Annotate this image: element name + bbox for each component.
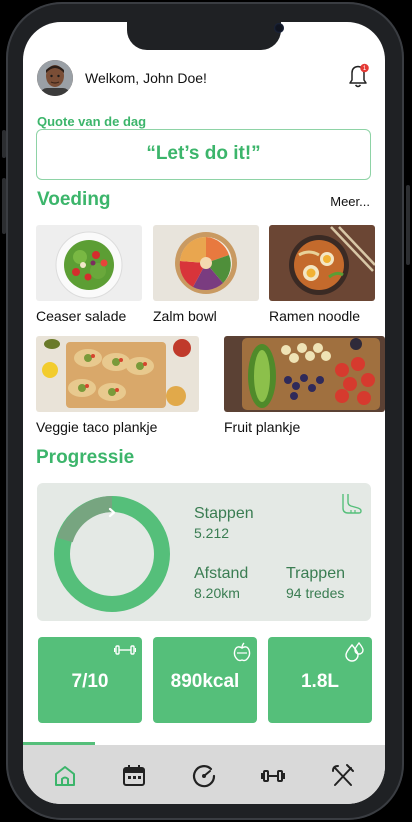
food-label: Ramen noodle <box>269 308 361 324</box>
progress-dial-icon[interactable] <box>191 763 217 789</box>
dumbbell-icon[interactable] <box>260 763 286 789</box>
food-label: Ceaser salade <box>36 308 127 324</box>
food-label: Veggie taco plankje <box>36 419 158 435</box>
food-label: Fruit plankje <box>224 419 301 435</box>
front-camera <box>274 23 284 33</box>
section-title-voeding: Voeding <box>37 189 111 210</box>
phone-side-button <box>2 178 6 234</box>
workout-tile[interactable]: 7/10 <box>38 637 142 723</box>
section-title-progressie: Progressie <box>36 447 135 468</box>
calories-value: 890kcal <box>170 671 240 692</box>
workout-value: 7/10 <box>71 671 109 692</box>
notch <box>127 22 284 50</box>
activity-ring <box>53 495 171 618</box>
quote-box: “Let’s do it!” <box>36 129 371 180</box>
quote-title: Quote van de dag <box>37 114 147 129</box>
apple-icon <box>233 642 251 667</box>
phone-side-button <box>2 130 6 158</box>
water-drop-icon <box>344 641 366 667</box>
activity-card[interactable]: Stappen 5.212 Afstand 8.20km Trappen 94 … <box>37 483 371 621</box>
foot-icon <box>337 491 363 522</box>
distance-label: Afstand <box>194 565 249 582</box>
water-value: 1.8L <box>300 671 340 692</box>
avatar[interactable] <box>37 60 73 96</box>
header: Welkom, John Doe! 1 <box>37 60 371 98</box>
food-image-salad <box>36 225 142 301</box>
stairs-value: 94 tredes <box>286 585 345 601</box>
bottom-nav <box>23 742 385 804</box>
water-tile[interactable]: 1.8L <box>268 637 372 723</box>
phone-side-button <box>406 185 410 265</box>
distance-value: 8.20km <box>194 585 240 601</box>
calories-tile[interactable]: 890kcal <box>153 637 257 723</box>
food-image-bowl <box>153 225 259 301</box>
food-image-ramen <box>269 225 375 301</box>
steps-value: 5.212 <box>194 525 230 541</box>
app-screen: Welkom, John Doe! 1 Quote van de dag “Le… <box>23 22 385 804</box>
steps-label: Stappen <box>194 505 254 522</box>
nav-active-indicator <box>23 742 95 745</box>
cutlery-icon[interactable] <box>330 763 356 789</box>
food-label: Zalm bowl <box>153 308 217 324</box>
welcome-text: Welkom, John Doe! <box>85 70 207 86</box>
quote-text: “Let’s do it!” <box>146 143 261 164</box>
home-icon[interactable] <box>52 763 78 789</box>
calendar-icon[interactable] <box>121 763 147 789</box>
dumbbell-icon <box>113 642 137 663</box>
more-link[interactable]: Meer... <box>330 194 370 209</box>
food-image-tacos <box>36 336 199 412</box>
food-image-fruit <box>224 336 385 412</box>
notification-bell-icon[interactable]: 1 <box>345 62 371 90</box>
stairs-label: Trappen <box>286 565 345 582</box>
